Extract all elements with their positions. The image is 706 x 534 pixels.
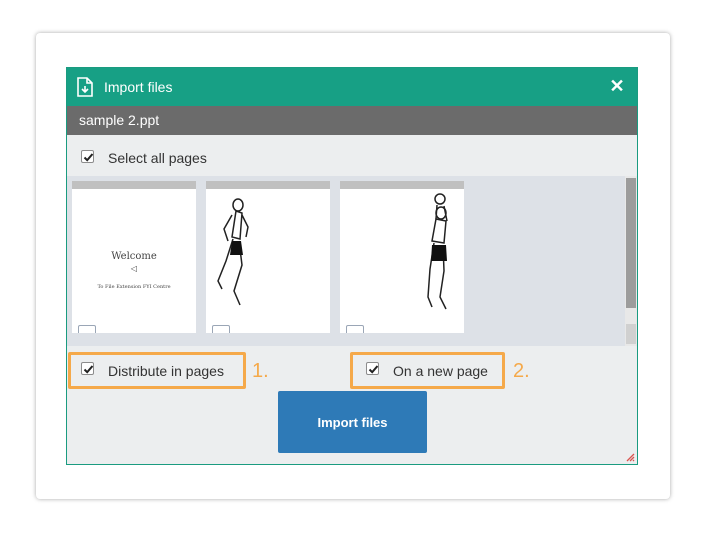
callout-number-1: 1. bbox=[252, 360, 269, 382]
basketball-player-image bbox=[427, 193, 448, 310]
dialog-titlebar: Import files ✕ bbox=[67, 68, 637, 106]
file-name: sample 2.ppt bbox=[79, 112, 160, 128]
scrollbar-thumb[interactable] bbox=[626, 178, 636, 308]
slide-thumbnail-3[interactable] bbox=[340, 181, 464, 333]
scrollbar-end[interactable] bbox=[626, 324, 636, 344]
checkmark-icon bbox=[83, 153, 94, 162]
select-all-checkbox[interactable] bbox=[81, 150, 94, 163]
callout-number-2: 2. bbox=[513, 360, 530, 382]
slide-select-checkbox[interactable] bbox=[78, 325, 96, 333]
thumbnails-scrollbar[interactable] bbox=[625, 176, 637, 346]
slide-select-checkbox[interactable] bbox=[212, 325, 230, 333]
resize-grip-icon[interactable] bbox=[625, 452, 635, 462]
page-thumbnails-panel: Welcome ◁ To File Extension FYI Centre bbox=[67, 176, 637, 346]
slide-thumbnail-1[interactable]: Welcome ◁ To File Extension FYI Centre bbox=[72, 181, 196, 333]
import-files-button[interactable]: Import files bbox=[278, 391, 427, 453]
dialog-title: Import files bbox=[104, 79, 173, 95]
select-all-label[interactable]: Select all pages bbox=[108, 150, 207, 166]
file-name-bar: sample 2.ppt bbox=[67, 106, 637, 135]
slide-subtitle-text: To File Extension FYI Centre bbox=[97, 284, 171, 290]
callout-highlight-distribute bbox=[68, 352, 246, 389]
runner-figure-image bbox=[217, 198, 249, 306]
import-file-icon bbox=[77, 77, 93, 97]
slide-thumbnail-2[interactable] bbox=[206, 181, 330, 333]
close-icon[interactable]: ✕ bbox=[608, 76, 626, 96]
callout-highlight-new-page bbox=[350, 352, 505, 389]
slide-title-text: Welcome bbox=[111, 251, 157, 262]
slide-select-checkbox[interactable] bbox=[346, 325, 364, 333]
